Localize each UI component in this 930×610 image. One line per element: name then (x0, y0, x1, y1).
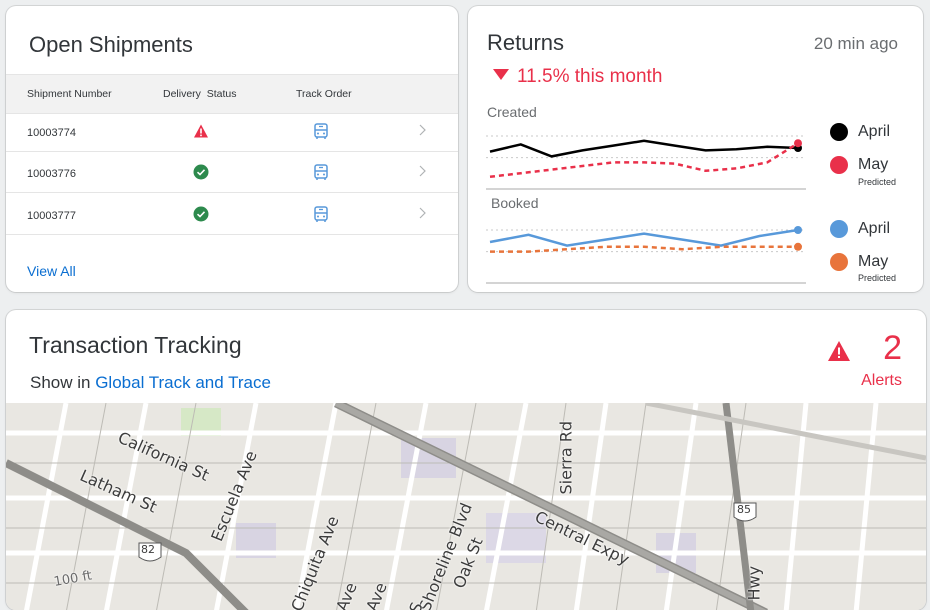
show-in-line: Show in Global Track and Trace (30, 373, 271, 393)
show-in-prefix: Show in (30, 373, 96, 392)
alerts-count: 2 (883, 329, 902, 367)
bus-icon[interactable] (312, 163, 330, 181)
transaction-tracking-card: Transaction Tracking Show in Global Trac… (6, 310, 926, 610)
column-shipment-number: Shipment Number (27, 88, 112, 100)
series-line-april (489, 139, 799, 158)
series-endpoint-may (794, 139, 802, 148)
trend-down-icon (493, 69, 509, 80)
returns-title: Returns (487, 30, 565, 55)
map-view[interactable]: California St Latham St Escuela Ave Chiq… (6, 403, 926, 610)
legend-label: May (858, 253, 889, 270)
shipments-table-header: Shipment Number Delivery Status Track Or… (6, 74, 458, 114)
shipment-row[interactable]: 10003777 (6, 194, 458, 235)
legend-dot (830, 220, 848, 238)
success-icon (193, 164, 209, 180)
legend-dot (830, 253, 848, 271)
booked-label: Booked (491, 195, 539, 211)
series-line-april (489, 228, 799, 247)
legend-label: April (858, 123, 891, 140)
legend-dot (830, 123, 848, 141)
bus-icon[interactable] (312, 205, 330, 223)
column-track-order: Track Order (296, 88, 352, 100)
route-85-label: 85 (737, 503, 751, 516)
series-endpoint-april (794, 226, 802, 234)
alerts-indicator[interactable]: 2 Alerts (828, 329, 902, 390)
chevron-right-icon (419, 207, 426, 219)
series-line-may (490, 245, 798, 253)
alert-icon (828, 341, 851, 361)
street-label: Hwy (744, 565, 764, 601)
chevron-right-icon (419, 165, 426, 177)
bus-icon[interactable] (312, 122, 330, 140)
returns-card: Returns 20 min ago 11.5% this month Crea… (468, 6, 923, 292)
booked-chart (486, 226, 806, 284)
column-delivery-status: Delivery Status (163, 88, 237, 100)
alerts-label: Alerts (861, 372, 902, 389)
shipment-row[interactable]: 10003774 (6, 111, 458, 152)
global-track-link[interactable]: Global Track and Trace (95, 373, 271, 392)
shipment-row[interactable]: 10003776 (6, 152, 458, 193)
returns-delta-text: 11.5% this month (517, 66, 663, 87)
success-icon (193, 206, 209, 222)
returns-timestamp: 20 min ago (813, 34, 898, 53)
legend-label: May (858, 156, 889, 173)
open-shipments-title: Open Shipments (29, 32, 193, 57)
street-label: Sierra Rd (556, 421, 576, 495)
alert-icon (194, 124, 208, 138)
legend-sublabel: Predicted (858, 273, 897, 283)
open-shipments-card: Open Shipments Shipment Number Delivery … (6, 6, 458, 292)
legend-dot (830, 156, 848, 174)
legend-label: April (858, 220, 891, 237)
transaction-tracking-title: Transaction Tracking (29, 332, 242, 358)
returns-delta: 11.5% this month (493, 66, 662, 88)
shipment-number: 10003774 (27, 127, 76, 139)
shipment-number: 10003776 (27, 168, 76, 180)
shipment-number: 10003777 (27, 210, 76, 222)
route-82-label: 82 (141, 543, 155, 556)
series-endpoint-may (794, 242, 802, 251)
view-all-link[interactable]: View All (27, 263, 76, 279)
created-chart (486, 135, 806, 190)
chevron-right-icon (419, 124, 426, 136)
legend-sublabel: Predicted (858, 177, 897, 187)
